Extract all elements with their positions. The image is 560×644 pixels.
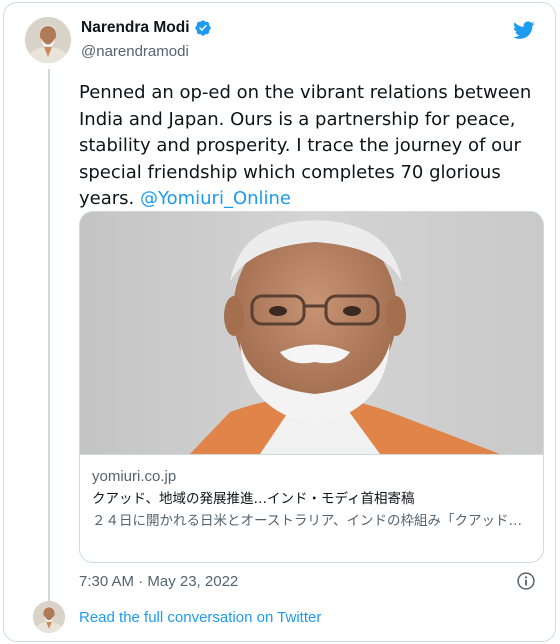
link-description: ２４日に開かれる日米とオーストラリア、インドの枠組み「クアッド」の首脳会談に出席… — [92, 513, 532, 529]
author-avatar[interactable] — [25, 17, 71, 63]
author-name[interactable]: Narendra Modi — [81, 19, 190, 37]
read-conversation-link[interactable]: Read the full conversation on Twitter — [79, 609, 321, 626]
thread-line — [48, 69, 50, 603]
author-handle[interactable]: @narendramodi — [81, 43, 189, 60]
link-preview-body[interactable]: yomiuri.co.jp クアッド、地域の発展推進…インド・モディ首相寄稿 ２… — [80, 454, 543, 562]
conversation-avatar — [33, 601, 65, 633]
twitter-bird-icon[interactable] — [512, 19, 536, 41]
link-preview-card[interactable]: yomiuri.co.jp クアッド、地域の発展推進…インド・モディ首相寄稿 ２… — [79, 211, 544, 563]
link-domain: yomiuri.co.jp — [92, 468, 177, 485]
mention-link[interactable]: @Yomiuri_Online — [140, 188, 291, 209]
tweet-timestamp[interactable]: 7:30 AM · May 23, 2022 — [79, 573, 238, 590]
verified-badge-icon — [194, 20, 211, 36]
author-name-row: Narendra Modi — [81, 19, 212, 37]
link-preview-image[interactable] — [80, 212, 543, 454]
link-title: クアッド、地域の発展推進…インド・モディ首相寄稿 — [92, 491, 415, 507]
info-icon[interactable] — [516, 571, 536, 591]
tweet-text: Penned an op-ed on the vibrant relations… — [79, 80, 539, 213]
tweet-card: Narendra Modi @narendramodi Penned an op… — [3, 2, 556, 642]
